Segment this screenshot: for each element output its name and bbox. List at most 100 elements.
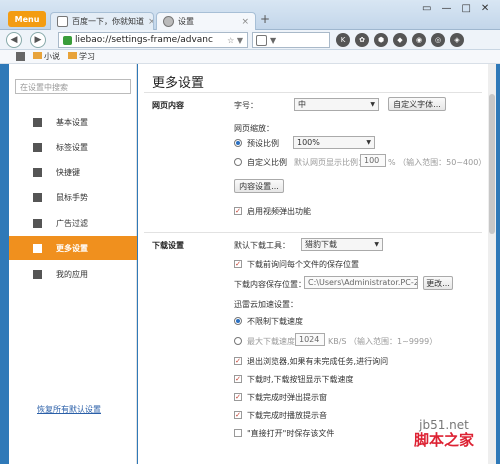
divider (144, 232, 482, 233)
apps-icon (33, 269, 42, 279)
preset-zoom-value: 100% (297, 138, 320, 147)
scroll-thumb[interactable] (489, 94, 495, 234)
gear-icon (163, 16, 174, 27)
ratio-input[interactable]: 100 (360, 154, 386, 167)
show-speed-checkbox[interactable]: ✓ (234, 375, 242, 383)
sidebar-item-gestures[interactable]: 鼠标手势 (9, 185, 137, 209)
toolbar-icon[interactable]: ◈ (450, 33, 464, 47)
tab-label: 百度一下，你就知道 (72, 17, 144, 26)
sidebar-item-tabs[interactable]: 标签设置 (9, 135, 137, 159)
preset-zoom-label: 预设比例 (247, 139, 279, 148)
chevron-down-icon: ▼ (370, 101, 375, 108)
unlimited-speed-radio[interactable] (234, 317, 242, 325)
max-speed-radio[interactable] (234, 337, 242, 345)
font-size-label: 字号： (234, 101, 258, 110)
chevron-down-icon: ▼ (374, 241, 379, 248)
download-tool-value: 猎豹下载 (305, 240, 337, 249)
default-ratio-label: 默认网页显示比例： (294, 158, 366, 167)
save-location-label: 下载内容保存位置： (234, 280, 306, 289)
close-icon[interactable]: × (241, 17, 249, 27)
sidebar-item-basic[interactable]: 基本设置 (9, 110, 137, 134)
bookmark-novel[interactable]: 小说 (33, 51, 60, 62)
toolbar-icon[interactable]: ◆ (393, 33, 407, 47)
sidebar-item-apps[interactable]: 我的应用 (9, 262, 137, 286)
preset-zoom-select[interactable]: 100% ▼ (293, 136, 375, 149)
settings-sidebar: 在设置中搜索 基本设置 标签设置 快捷键 鼠标手势 广告过滤 更多设置 我的应用… (9, 64, 137, 464)
bookmark-study[interactable]: 学习 (68, 51, 95, 62)
section-download: 下载设置 (152, 241, 184, 250)
download-tool-select[interactable]: 猎豹下载 ▼ (301, 238, 383, 251)
preset-zoom-radio[interactable] (234, 139, 242, 147)
wrench-icon (33, 243, 42, 253)
minimize-icon[interactable]: — (441, 3, 451, 14)
toolbar-icon[interactable]: K (336, 33, 350, 47)
url-input[interactable]: liebao://settings-frame/advanc ☆ ▼ (58, 32, 248, 48)
direct-open-label: "直接打开"时保存该文件 (247, 429, 335, 438)
home-icon[interactable] (16, 52, 25, 61)
video-popup-label: 启用视频弹出功能 (247, 207, 311, 216)
content-scrollbar[interactable] (488, 64, 496, 464)
sidebar-item-label: 快捷键 (56, 167, 80, 177)
search-dropdown-icon[interactable]: ▼ (270, 36, 276, 45)
window-controls: ▭ — □ ✕ (422, 3, 489, 14)
cloud-speed-label: 迅雷云加速设置： (234, 300, 298, 309)
custom-font-button[interactable]: 自定义字体... (388, 97, 446, 111)
toolbar-icon[interactable]: ◎ (431, 33, 445, 47)
search-engine-icon (256, 34, 267, 46)
sidebar-item-shortcuts[interactable]: 快捷键 (9, 160, 137, 184)
sidebar-item-label: 标签设置 (56, 142, 88, 152)
close-icon[interactable]: × (148, 17, 153, 27)
sidebar-item-more[interactable]: 更多设置 (9, 236, 137, 260)
tab-settings[interactable]: 设置 × (156, 12, 256, 30)
save-path-input[interactable]: C:\Users\Administrator.PC-2015( (304, 276, 418, 289)
video-popup-checkbox[interactable]: ✓ (234, 207, 242, 215)
max-speed-input[interactable]: 1024 (295, 333, 325, 346)
address-toolbar: ◀ ▶ liebao://settings-frame/advanc ☆ ▼ ▼… (0, 30, 500, 50)
new-tab-button[interactable]: + (260, 12, 270, 26)
security-icon (63, 35, 72, 45)
change-path-button[interactable]: 更改... (423, 276, 453, 290)
sidebar-item-label: 鼠标手势 (56, 192, 88, 202)
restore-icon[interactable]: ▭ (422, 3, 431, 14)
restore-defaults-link[interactable]: 恢复所有默认设置 (37, 404, 101, 415)
tab-label: 设置 (178, 17, 194, 26)
sidebar-item-label: 我的应用 (56, 269, 88, 279)
bookmarks-bar: 小说 学习 (0, 50, 500, 64)
popup-hint-label: 下载完成时弹出提示窗 (247, 393, 327, 402)
toolbar-icon[interactable]: ⬢ (374, 33, 388, 47)
close-window-icon[interactable]: ✕ (481, 3, 489, 14)
custom-zoom-radio[interactable] (234, 158, 242, 166)
play-sound-checkbox[interactable]: ✓ (234, 411, 242, 419)
ask-location-checkbox[interactable]: ✓ (234, 260, 242, 268)
forward-button[interactable]: ▶ (30, 32, 46, 48)
max-speed-label: 最大下载速度 (247, 337, 295, 346)
play-sound-label: 下载完成时播放提示音 (247, 411, 327, 420)
font-size-value: 中 (298, 100, 306, 109)
toolbar-icons: K ✿ ⬢ ◆ ◉ ◎ ◈ (336, 33, 464, 47)
content-settings-button[interactable]: 内容设置... (234, 179, 284, 193)
max-speed-hint: KB/S （输入范围：1~9999） (328, 337, 438, 346)
settings-content: 更多设置 网页内容 字号： 中 ▼ 自定义字体... 网页缩放： 预设比例 100… (138, 64, 488, 464)
download-tool-label: 默认下载工具： (234, 241, 290, 250)
bookmark-label: 学习 (79, 52, 95, 61)
watermark-name: 脚本之家 (414, 431, 475, 449)
maximize-icon[interactable]: □ (461, 3, 470, 14)
popup-hint-checkbox[interactable]: ✓ (234, 393, 242, 401)
zoom-label: 网页缩放： (234, 124, 274, 133)
sidebar-item-adfilter[interactable]: 广告过滤 (9, 211, 137, 235)
toolbar-icon[interactable]: ◉ (412, 33, 426, 47)
font-size-select[interactable]: 中 ▼ (294, 98, 379, 111)
toolbar-icon[interactable]: ✿ (355, 33, 369, 47)
title-bar: Menu 百度一下，你就知道 × 设置 × + ▭ — □ ✕ (0, 0, 500, 30)
sidebar-item-label: 基本设置 (56, 117, 88, 127)
folder-icon (68, 52, 77, 59)
bookmark-star-icon[interactable]: ☆ ▼ (227, 36, 243, 45)
back-button[interactable]: ◀ (6, 32, 22, 48)
exit-ask-checkbox[interactable]: ✓ (234, 357, 242, 365)
tab-baidu[interactable]: 百度一下，你就知道 × (50, 12, 154, 30)
menu-button[interactable]: Menu (8, 11, 46, 27)
settings-search-input[interactable]: 在设置中搜索 (15, 79, 131, 94)
direct-open-checkbox[interactable] (234, 429, 242, 437)
page-icon (57, 16, 68, 27)
search-input[interactable]: ▼ (252, 32, 330, 48)
